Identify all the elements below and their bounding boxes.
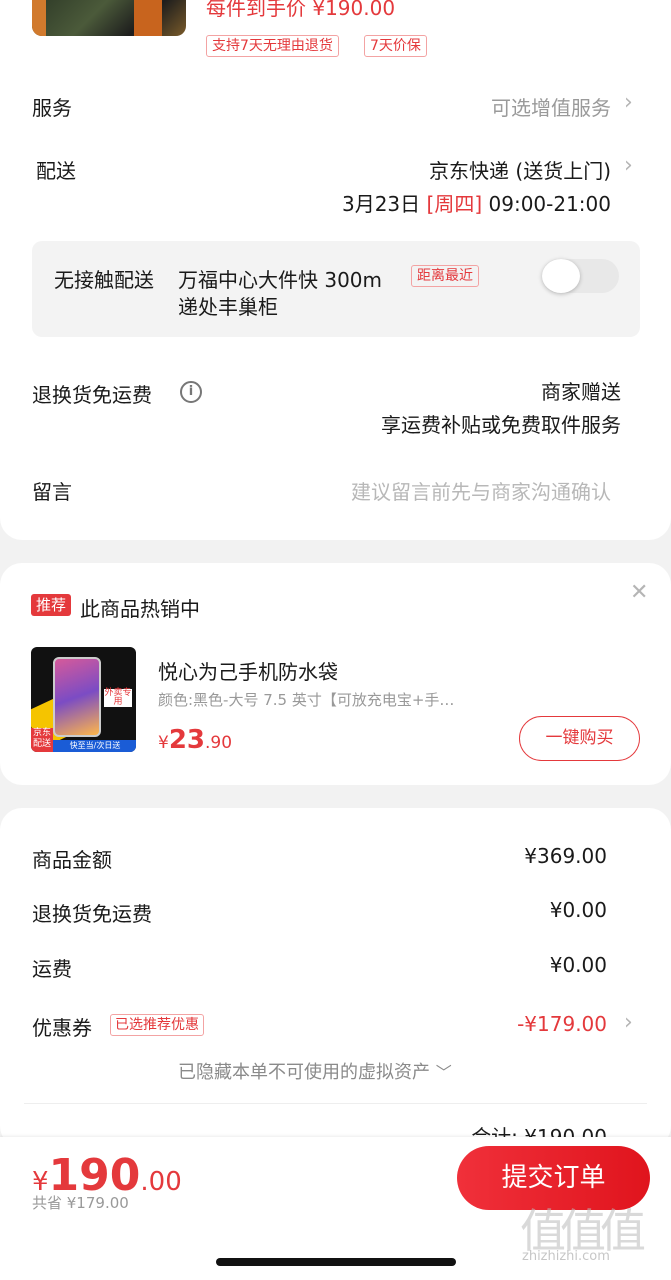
- coupon-label: 优惠券: [32, 1016, 92, 1040]
- amount-row-label: 退换货免运费: [32, 902, 152, 926]
- amount-row-label: 运费: [32, 957, 72, 981]
- pickup-location-line1: 万福中心大件快 300m: [178, 268, 383, 292]
- price-protect-tag: 7天价保: [364, 35, 427, 57]
- service-label: 服务: [32, 96, 72, 120]
- contactless-label: 无接触配送: [54, 268, 154, 292]
- watermark-logo: 值值值 zhizhizhi.com: [520, 1195, 660, 1264]
- return-shipping-label: 退换货免运费: [32, 383, 152, 407]
- amount-row-label: 商品金额: [32, 848, 112, 872]
- delivery-time[interactable]: 3月23日 [周四] 09:00-21:00: [342, 188, 611, 217]
- chevron-right-icon[interactable]: ›: [624, 153, 633, 178]
- nearest-tag: 距离最近: [411, 265, 479, 287]
- image-side-tag: 外卖专用: [104, 688, 132, 707]
- total-decimal: .00: [140, 1167, 182, 1197]
- fast-delivery-tag: 快至当/次日送: [53, 740, 136, 752]
- return-policy-tag: 支持7天无理由退货: [206, 35, 339, 57]
- coupon-tag: 已选推荐优惠: [110, 1014, 204, 1036]
- thumbnail-decor: [134, 0, 162, 36]
- hidden-assets-toggle[interactable]: 已隐藏本单不可使用的虚拟资产 ﹀: [178, 1058, 452, 1084]
- message-label: 留言: [32, 480, 72, 504]
- delivery-carrier[interactable]: 京东快递 (送货上门): [429, 155, 611, 184]
- chevron-down-icon: ﹀: [435, 1063, 452, 1082]
- watermark-domain: zhizhizhi.com: [522, 1249, 610, 1264]
- message-input[interactable]: 建议留言前先与商家沟通确认: [351, 476, 611, 505]
- one-click-buy-button[interactable]: 一键购买: [519, 716, 640, 761]
- close-icon[interactable]: ✕: [630, 580, 648, 605]
- divider: [24, 1103, 647, 1104]
- image-decor: [53, 657, 101, 737]
- price-integer: 23: [168, 725, 206, 755]
- amount-row-value: ¥0.00: [549, 898, 607, 922]
- total-saved: 共省 ¥179.00: [32, 1194, 129, 1212]
- product-thumbnail[interactable]: [32, 0, 186, 36]
- amount-row-value: ¥0.00: [549, 953, 607, 977]
- info-icon[interactable]: i: [180, 381, 202, 403]
- recommend-product-name[interactable]: 悦心为己手机防水袋: [158, 656, 338, 685]
- recommend-product-image[interactable]: 外卖专用 京东配送 快至当/次日送: [31, 647, 136, 752]
- contactless-toggle[interactable]: [542, 259, 619, 293]
- price-symbol: ¥: [158, 733, 169, 753]
- service-value[interactable]: 可选增值服务: [491, 92, 611, 121]
- thumbnail-decor: [32, 0, 46, 36]
- delivery-weekday: [周四]: [426, 192, 483, 216]
- delivery-window: 09:00-21:00: [488, 192, 612, 216]
- hidden-assets-note: 已隐藏本单不可使用的虚拟资产: [178, 1062, 430, 1083]
- recommend-price: ¥23.90: [158, 725, 232, 755]
- amount-row-value: ¥369.00: [524, 844, 607, 868]
- return-shipping-gift: 商家赠送: [541, 380, 621, 404]
- unit-price-line: 每件到手价 ¥190.00: [206, 0, 396, 20]
- pickup-location-line2: 递处丰巢柜: [178, 295, 278, 319]
- toggle-knob: [542, 259, 580, 293]
- delivery-date: 3月23日: [341, 192, 421, 216]
- chevron-right-icon[interactable]: ›: [624, 1010, 633, 1035]
- home-indicator[interactable]: [216, 1258, 456, 1266]
- delivery-label: 配送: [36, 159, 76, 183]
- recommend-badge: 推荐: [31, 594, 72, 616]
- chevron-right-icon[interactable]: ›: [624, 90, 633, 115]
- coupon-value[interactable]: -¥179.00: [517, 1012, 607, 1036]
- recommend-title: 此商品热销中: [80, 597, 200, 621]
- jd-delivery-tag: 京东配送: [31, 728, 53, 752]
- recommend-product-spec: 颜色:黑色-大号 7.5 英寸【可放充电宝+手…: [158, 691, 455, 709]
- return-shipping-desc: 享运费补贴或免费取件服务: [381, 413, 621, 437]
- price-decimal: .90: [205, 733, 233, 753]
